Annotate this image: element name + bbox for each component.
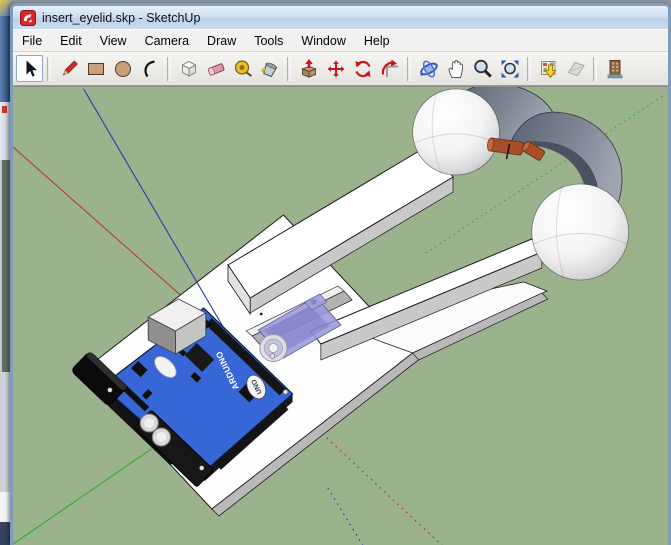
rectangle-tool-button[interactable]: [82, 55, 109, 82]
eyeball-right[interactable]: [531, 183, 630, 281]
screw-hole-4: [107, 387, 113, 393]
toolbar: [13, 52, 668, 86]
sketchup-logo-icon: [20, 9, 36, 26]
pan-hand-icon: [448, 59, 463, 78]
orbit-tool-button[interactable]: [415, 55, 442, 82]
line-tool-button[interactable]: [55, 55, 82, 82]
menu-help[interactable]: Help: [355, 32, 399, 50]
servo-mount-hole: [310, 299, 317, 305]
eyeball-left[interactable]: [412, 88, 500, 176]
eraser-tool-button[interactable]: [202, 55, 229, 82]
get-models-icon: [540, 60, 556, 78]
toolbar-separator: [407, 56, 411, 81]
stray-endpoint-dot: [259, 312, 263, 316]
paint-bucket-tool-button[interactable]: [256, 55, 283, 82]
screw-hole-2: [269, 353, 276, 359]
menu-bar: File Edit View Camera Draw Tools Window …: [13, 29, 668, 52]
push-pull-icon: [300, 58, 317, 78]
background-sketchup-logo-fragment: [2, 106, 7, 113]
select-arrow-icon: [26, 60, 37, 77]
zoom-extents-icon: [501, 60, 518, 77]
title-bar[interactable]: insert_eyelid.skp - SketchUp: [13, 6, 668, 29]
eraser-icon: [207, 62, 224, 76]
toolbar-separator: [47, 56, 51, 81]
tape-measure-icon: [234, 59, 252, 77]
menu-tools[interactable]: Tools: [245, 32, 292, 50]
toolbar-separator: [287, 56, 291, 81]
photo-textures-tool-button[interactable]: [601, 55, 628, 82]
photo-textures-building-icon: [607, 59, 622, 78]
menu-file[interactable]: File: [13, 32, 51, 50]
toolbar-separator: [527, 56, 531, 81]
3d-viewport[interactable]: ARDUINO UNO: [13, 86, 668, 545]
window-title: insert_eyelid.skp - SketchUp: [42, 10, 201, 25]
tape-measure-tool-button[interactable]: [229, 55, 256, 82]
menu-window[interactable]: Window: [292, 32, 354, 50]
push-pull-tool-button[interactable]: [295, 55, 322, 82]
component-box-icon: [180, 60, 197, 77]
paint-bucket-icon: [261, 62, 277, 77]
circle-icon: [114, 60, 131, 77]
pencil-icon: [62, 59, 78, 76]
pan-tool-button[interactable]: [442, 55, 469, 82]
menu-draw[interactable]: Draw: [198, 32, 245, 50]
zoom-tool-button[interactable]: [469, 55, 496, 82]
arc-icon: [143, 59, 155, 77]
orbit-icon: [419, 59, 438, 78]
menu-view[interactable]: View: [91, 32, 136, 50]
toolbar-separator: [167, 56, 171, 81]
rotate-tool-button[interactable]: [349, 55, 376, 82]
circle-tool-button[interactable]: [109, 55, 136, 82]
desktop-screen: insert_eyelid.skp - SketchUp File Edit V…: [0, 0, 671, 545]
offset-arrow-icon: [381, 59, 398, 77]
share-model-tool-button[interactable]: [562, 55, 589, 82]
share-model-icon: [567, 61, 585, 76]
screw-hole-1: [282, 389, 289, 395]
rotate-arrows-icon: [354, 60, 371, 77]
get-models-tool-button[interactable]: [535, 55, 562, 82]
arc-tool-button[interactable]: [136, 55, 163, 82]
model-canvas[interactable]: ARDUINO UNO: [13, 87, 668, 545]
move-tool-button[interactable]: [322, 55, 349, 82]
menu-edit[interactable]: Edit: [51, 32, 91, 50]
offset-tool-button[interactable]: [376, 55, 403, 82]
rectangle-icon: [87, 62, 104, 75]
toolbar-separator: [593, 56, 597, 81]
make-component-tool-button[interactable]: [175, 55, 202, 82]
select-tool-button[interactable]: [16, 55, 43, 82]
sketchup-window: insert_eyelid.skp - SketchUp File Edit V…: [10, 3, 671, 545]
magnifier-icon: [473, 59, 492, 78]
move-arrows-icon: [327, 60, 344, 77]
zoom-extents-tool-button[interactable]: [496, 55, 523, 82]
screw-hole-3: [199, 465, 205, 471]
menu-camera[interactable]: Camera: [136, 32, 198, 50]
